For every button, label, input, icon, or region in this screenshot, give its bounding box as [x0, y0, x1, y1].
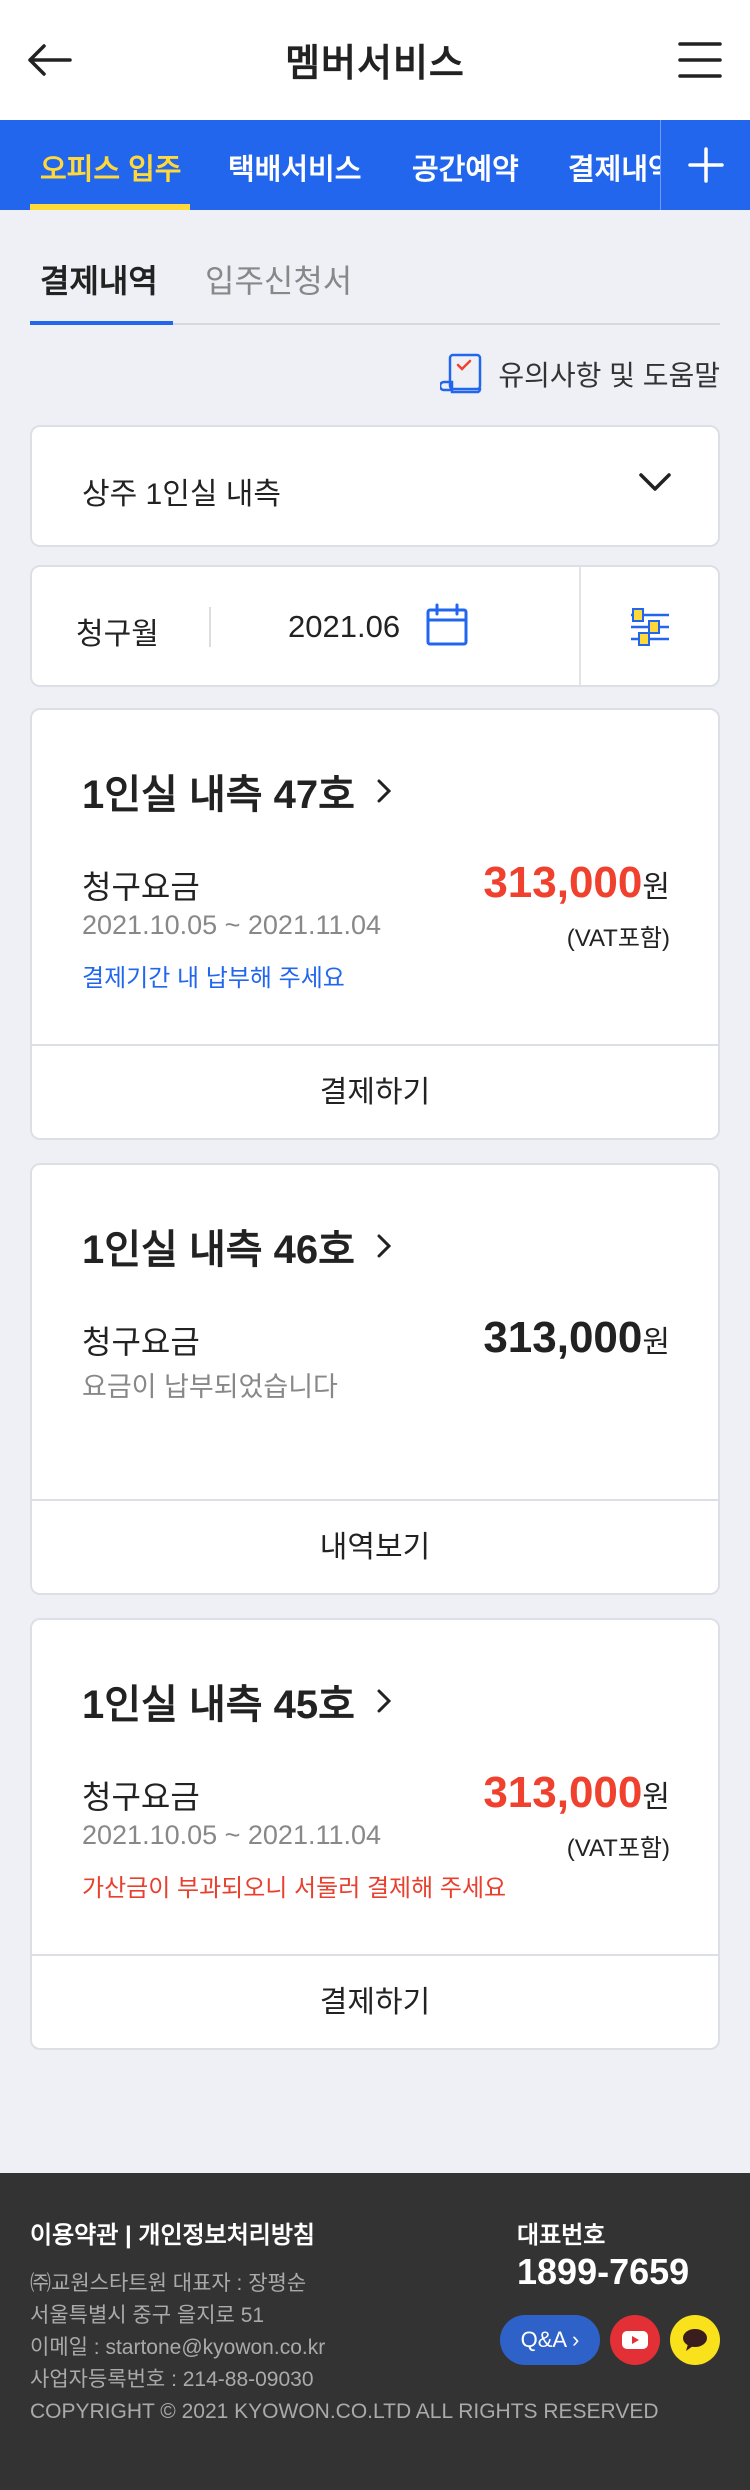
plus-icon: [688, 147, 724, 183]
currency-unit: 원: [642, 1326, 670, 1359]
view-details-button[interactable]: 내역보기: [32, 1501, 718, 1595]
footer-links[interactable]: 이용약관 | 개인정보처리방침: [30, 2215, 315, 2250]
chevron-down-icon: [639, 473, 671, 491]
charge-label: 청구요금: [82, 1324, 200, 1360]
footer: 이용약관 | 개인정보처리방침 ㈜교원스타트원 대표자 : 장평순 서울특별시 …: [0, 2173, 750, 2490]
calendar-icon[interactable]: [425, 603, 469, 647]
vat-note: (VAT포함): [566, 1835, 670, 1862]
pay-button[interactable]: 결제하기: [32, 1956, 718, 2050]
help-link[interactable]: 유의사항 및 도움말: [440, 350, 720, 398]
charge-label: 청구요금: [82, 1779, 200, 1815]
bill-room-name: 1인실 내측 45호: [82, 1683, 355, 1727]
payment-notice: 결제기간 내 납부해 주세요: [82, 965, 345, 992]
bill-card: 1인실 내측 45호 청구요금 2021.10.05 ~ 2021.11.04 …: [30, 1618, 720, 2050]
bill-amount: 313,000원: [483, 1313, 670, 1363]
office-select-dropdown[interactable]: 상주 1인실 내측: [30, 425, 720, 547]
billing-month-label: 청구월: [76, 618, 159, 651]
payment-status: 요금이 납부되었습니다: [82, 1372, 338, 1402]
subtab-application-form[interactable]: 입주신청서: [205, 256, 352, 302]
bill-card: 1인실 내측 47호 청구요금 2021.10.05 ~ 2021.11.04 …: [30, 708, 720, 1140]
office-select-value: 상주 1인실 내측: [82, 478, 281, 511]
bill-room-link[interactable]: 1인실 내측 45호: [82, 1672, 391, 1730]
bill-room-name: 1인실 내측 46호: [82, 1228, 355, 1272]
rep-phone-number[interactable]: 1899-7659: [517, 2251, 689, 2293]
main-tab-bar: 오피스 입주 택배서비스 공간예약 결제내역: [0, 120, 750, 210]
charge-label: 청구요금: [82, 869, 200, 905]
subtab-payment-history[interactable]: 결제내역: [40, 256, 158, 302]
amount-value: 313,000: [483, 858, 643, 907]
chevron-right-icon: [377, 779, 391, 803]
pay-button[interactable]: 결제하기: [32, 1046, 718, 1140]
billing-period: 2021.10.05 ~ 2021.11.04: [82, 1820, 382, 1850]
chevron-right-icon: [377, 1234, 391, 1258]
business-number: 사업자등록번호 : 214-88-09030: [30, 2368, 314, 2391]
bill-amount: 313,000원: [483, 858, 670, 908]
qa-label: Q&A: [520, 2327, 566, 2352]
help-label: 유의사항 및 도움말: [498, 360, 720, 391]
tab-space-reservation[interactable]: 공간예약: [412, 146, 519, 188]
divider: [209, 607, 211, 647]
copyright: COPYRIGHT © 2021 KYOWON.CO.LTD ALL RIGHT…: [30, 2400, 659, 2423]
amount-value: 313,000: [483, 1768, 643, 1817]
tab-parcel-service[interactable]: 택배서비스: [228, 146, 361, 188]
more-tabs-button[interactable]: [660, 120, 750, 210]
rep-phone-label: 대표번호: [517, 2222, 606, 2249]
bill-room-link[interactable]: 1인실 내측 47호: [82, 762, 391, 820]
billing-month-row: 청구월 2021.06: [30, 565, 720, 687]
bill-card: 1인실 내측 46호 청구요금 요금이 납부되었습니다 313,000원 내역보…: [30, 1163, 720, 1595]
tab-office-move-in[interactable]: 오피스 입주: [40, 146, 181, 188]
billing-period: 2021.10.05 ~ 2021.11.04: [82, 910, 382, 940]
bill-room-link[interactable]: 1인실 내측 46호: [82, 1217, 391, 1275]
app-header: 멤버서비스: [0, 0, 750, 120]
amount-value: 313,000: [483, 1313, 643, 1362]
bill-room-name: 1인실 내측 47호: [82, 773, 355, 817]
youtube-button[interactable]: [610, 2315, 660, 2365]
youtube-icon: [622, 2331, 648, 2349]
subtab-indicator: [30, 321, 173, 325]
chevron-right-icon: [377, 1689, 391, 1713]
vat-note: (VAT포함): [566, 925, 670, 952]
tab-payment-history[interactable]: 결제내역: [568, 146, 675, 188]
bill-amount: 313,000원: [483, 1768, 670, 1818]
kakaotalk-button[interactable]: [670, 2315, 720, 2365]
page-title: 멤버서비스: [285, 43, 465, 85]
sub-tab-bar: 결제내역 입주신청서: [30, 210, 720, 325]
currency-unit: 원: [642, 871, 670, 904]
divider: [579, 567, 581, 685]
document-notice-icon: [440, 353, 482, 394]
qa-button[interactable]: Q&A ›: [500, 2315, 600, 2365]
kakaotalk-icon: [683, 2329, 707, 2351]
late-fee-notice: 가산금이 부과되오니 서둘러 결제해 주세요: [82, 1875, 507, 1902]
currency-unit: 원: [642, 1781, 670, 1814]
filter-settings-icon[interactable]: [627, 603, 673, 649]
billing-month-value[interactable]: 2021.06: [288, 609, 400, 645]
hamburger-menu-icon[interactable]: [678, 40, 722, 80]
